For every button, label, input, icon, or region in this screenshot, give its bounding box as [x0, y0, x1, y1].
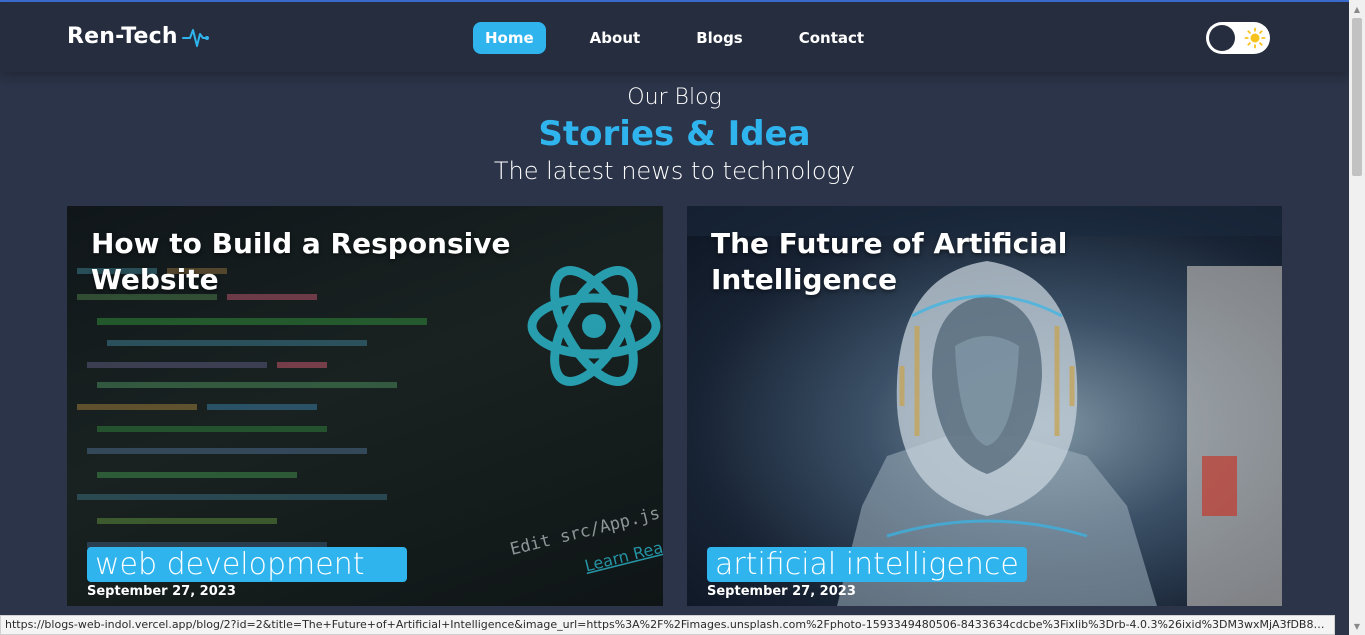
blog-card[interactable]: Edit src/App.js and save to Learn React … — [67, 206, 663, 606]
post-date: September 27, 2023 — [707, 584, 856, 599]
navbar: Ren-Tech Home About Blogs Contact — [0, 2, 1349, 72]
hero-title: Stories & Idea — [538, 114, 811, 154]
main-nav: Home About Blogs Contact — [473, 22, 908, 54]
vertical-scrollbar[interactable]: ▲ ▼ — [1349, 0, 1365, 635]
scrollbar-thumb[interactable] — [1352, 18, 1362, 176]
nav-contact[interactable]: Contact — [787, 22, 876, 54]
svg-text:Learn React: Learn React — [583, 534, 663, 575]
toggle-knob — [1209, 25, 1235, 51]
post-title: The Future of Artificial Intelligence — [711, 227, 1068, 296]
hero-subtitle: The latest news to technology — [493, 157, 856, 185]
hero-eyebrow: Our Blog — [627, 85, 722, 110]
nav-home[interactable]: Home — [473, 22, 546, 54]
brand-name: Ren-Tech — [67, 24, 178, 49]
brand-logo[interactable]: Ren-Tech — [67, 24, 210, 49]
nav-blogs[interactable]: Blogs — [684, 22, 755, 54]
scroll-down-icon[interactable]: ▼ — [1349, 619, 1365, 635]
pulse-icon — [181, 28, 209, 47]
post-tag: artificial intelligence — [707, 547, 1027, 582]
post-date: September 27, 2023 — [87, 584, 236, 599]
blog-hero: Our Blog Stories & Idea The latest news … — [0, 84, 1349, 186]
post-title: How to Build a Responsive Website — [91, 227, 511, 296]
post-tag: web development — [87, 547, 407, 582]
scroll-up-icon[interactable]: ▲ — [1349, 2, 1365, 18]
blog-cards: Edit src/App.js and save to Learn React … — [67, 206, 1282, 606]
blog-card[interactable]: The Future of Artificial Intelligence ar… — [687, 206, 1282, 606]
theme-toggle[interactable] — [1206, 22, 1270, 54]
sun-icon — [1244, 27, 1266, 49]
nav-about[interactable]: About — [578, 22, 653, 54]
link-status-bar: https://blogs-web-indol.vercel.app/blog/… — [0, 615, 1335, 635]
